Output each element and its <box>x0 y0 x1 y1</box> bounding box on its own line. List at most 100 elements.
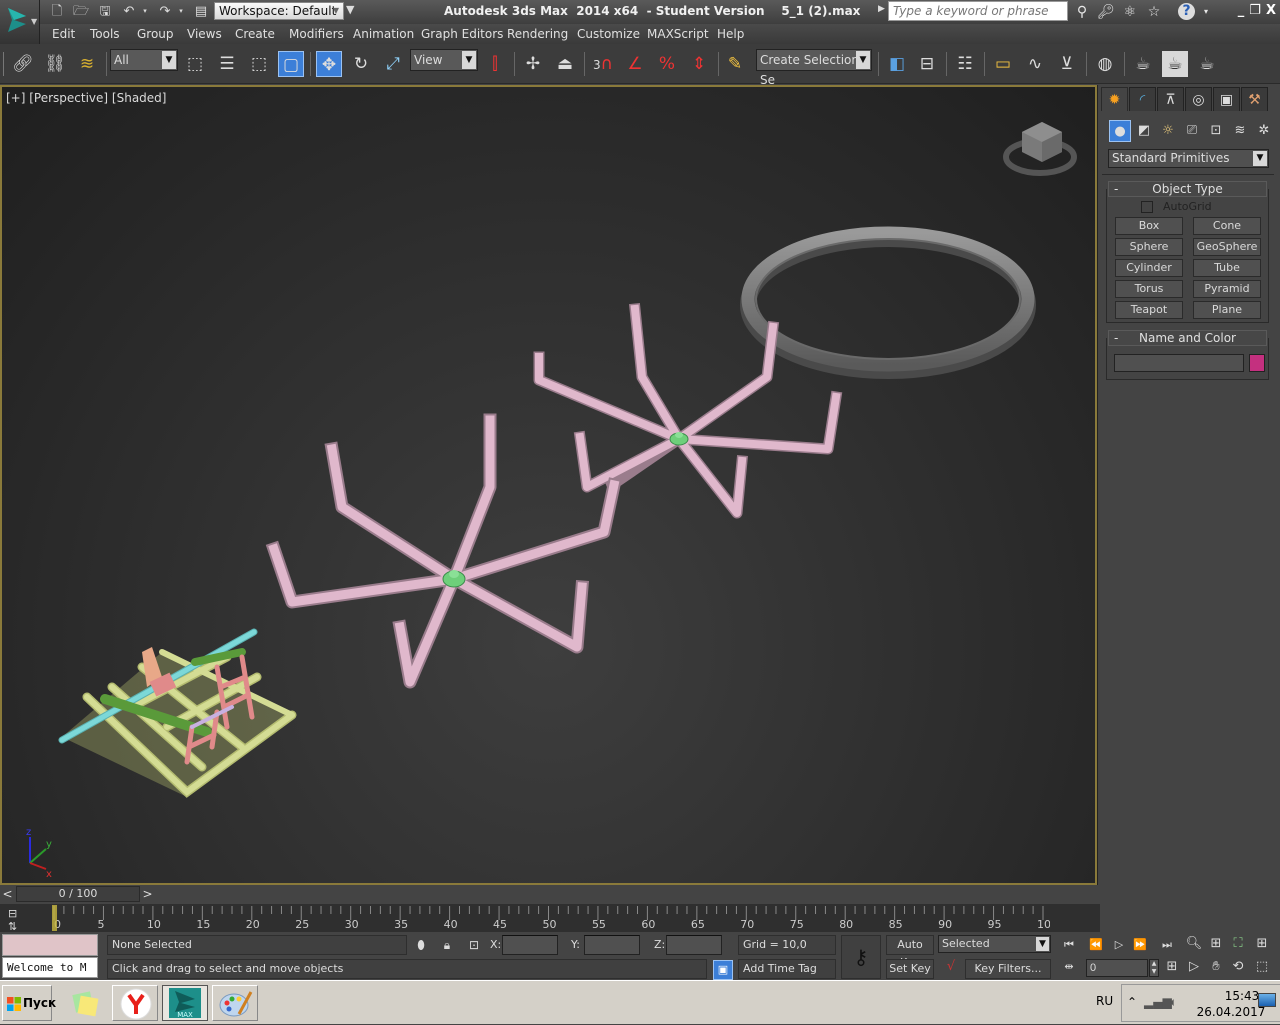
help-icon[interactable]: ? <box>1178 3 1195 20</box>
open-file-icon[interactable]: 🗁 <box>72 3 90 20</box>
x-coordinate-input[interactable] <box>502 935 558 955</box>
layer-manager-icon[interactable]: ☷ <box>952 51 978 77</box>
viewcube[interactable] <box>1003 122 1077 176</box>
named-selection-dropdown[interactable]: Create Selection Se ▼ <box>756 49 872 87</box>
customize-quick-access-icon[interactable]: ▼ <box>346 3 354 16</box>
geometry-icon[interactable]: ● <box>1109 120 1131 142</box>
new-file-icon[interactable]: 🗋 <box>48 3 66 20</box>
satellite-icon[interactable]: ⚛ <box>1120 2 1140 22</box>
object-name-input[interactable] <box>1114 354 1244 372</box>
workspace-dropdown[interactable]: Workspace: Default ▼ <box>214 2 344 20</box>
perspective-viewport[interactable]: [+] [Perspective] [Shaded] z y x <box>0 85 1097 885</box>
frame-ruler[interactable]: 0 5 10 15 20 25 30 35 40 45 50 55 60 65 70 75 80 85 90 95 10… <box>50 904 1050 932</box>
clock-date[interactable]: 26.04.2017 <box>1196 1005 1266 1019</box>
mirror-icon[interactable]: ◧ <box>884 51 910 77</box>
cylinder-button[interactable]: Cylinder <box>1115 259 1183 277</box>
select-by-name-icon[interactable]: ☰ <box>214 51 240 77</box>
zoom-all-icon[interactable]: ⊞ <box>1206 934 1226 954</box>
previous-key-icon[interactable]: ⏪ <box>1087 936 1105 954</box>
undo-icon[interactable]: ↶ <box>120 3 138 20</box>
name-and-color-rollout-header[interactable]: - Name and Color <box>1108 330 1267 346</box>
default-tangent-icon[interactable]: √ <box>941 959 961 979</box>
pivot-point-center-icon[interactable]: ⫿ <box>482 51 508 77</box>
geometry-category-dropdown[interactable]: Standard Primitives ▼ <box>1108 149 1269 168</box>
shapes-icon[interactable]: ◩ <box>1133 120 1155 142</box>
orbit-triangle-icon[interactable]: ▷ <box>1184 957 1204 977</box>
taskbar-paint[interactable] <box>212 985 258 1021</box>
bind-to-space-warp-icon[interactable]: ≋ <box>74 51 100 77</box>
current-frame-marker[interactable] <box>52 905 57 931</box>
curve-editor-icon[interactable]: ∿ <box>1022 51 1048 77</box>
edit-named-selection-icon[interactable]: ✎ <box>722 51 748 77</box>
key-mode-dropdown[interactable]: Selected ▼ <box>938 935 1051 953</box>
plane-button[interactable]: Plane <box>1193 301 1261 319</box>
undo-dropdown-icon[interactable]: ▾ <box>140 3 150 20</box>
menu-maxscript[interactable]: MAXScript <box>647 27 709 41</box>
taskbar-3ds-max[interactable]: MAX <box>162 985 208 1021</box>
pan-icon[interactable]: ✋︎ <box>1206 957 1226 977</box>
language-indicator[interactable]: RU <box>1096 994 1113 1008</box>
create-tab[interactable]: ✹ <box>1101 87 1128 111</box>
zoom-extents-all-icon[interactable]: ⊞ <box>1252 934 1272 954</box>
menu-create[interactable]: Create <box>235 27 275 41</box>
select-and-move-icon[interactable]: ✥ <box>316 51 342 77</box>
spider-object-1[interactable] <box>265 413 622 689</box>
render-setup-icon[interactable]: ☕︎ <box>1130 51 1156 77</box>
show-desktop-button[interactable] <box>1258 993 1276 1007</box>
menu-modifiers[interactable]: Modifiers <box>289 27 344 41</box>
menu-edit[interactable]: Edit <box>52 27 75 41</box>
next-key-icon[interactable]: ⏩ <box>1131 936 1149 954</box>
spinner-snap-icon[interactable]: ⇕ <box>686 51 712 77</box>
pyramid-button[interactable]: Pyramid <box>1193 280 1261 298</box>
volume-icon[interactable]: 🔈︎ <box>1170 995 1177 1010</box>
application-menu-button[interactable]: ▼ <box>0 0 40 44</box>
track-bar[interactable]: ⊟ ⇅ 0 5 10 15 20 25 30 35 40 45 50 55 60 65 70 75 80 85 90 9… <box>0 904 1100 933</box>
next-frame-button[interactable]: > <box>140 886 155 902</box>
menu-tools[interactable]: Tools <box>90 27 120 41</box>
torus-button[interactable]: Torus <box>1115 280 1183 298</box>
restore-button[interactable]: ❐ <box>1248 3 1262 19</box>
window-crossing-icon[interactable]: ▢ <box>278 51 304 77</box>
menu-group[interactable]: Group <box>137 27 174 41</box>
space-warps-icon[interactable]: ≋ <box>1229 120 1251 142</box>
menu-customize[interactable]: Customize <box>577 27 640 41</box>
close-button[interactable]: X <box>1264 3 1278 19</box>
teapot-button[interactable]: Teapot <box>1115 301 1183 319</box>
geosphere-button[interactable]: GeoSphere <box>1193 238 1261 256</box>
selection-lock-icon[interactable]: 🔒︎ <box>440 936 454 954</box>
angle-snap-icon[interactable]: ∠ <box>622 51 648 77</box>
selection-filter-dropdown[interactable]: All ▼ <box>110 49 178 71</box>
select-object-icon[interactable]: ⬚ <box>182 51 208 77</box>
go-to-start-icon[interactable]: ⏮ <box>1060 936 1078 954</box>
save-icon[interactable]: 🖫 <box>96 3 114 20</box>
ring-object[interactable] <box>740 226 1036 379</box>
menu-views[interactable]: Views <box>187 27 222 41</box>
time-slider-thumb[interactable]: 0 / 100 <box>16 886 140 902</box>
field-of-view-icon[interactable]: ⊞ <box>1162 957 1182 977</box>
object-type-rollout-header[interactable]: - Object Type <box>1108 181 1267 197</box>
help-dropdown-icon[interactable]: ▾ <box>1196 2 1216 22</box>
menu-graph-editors[interactable]: Graph Editors <box>421 27 503 41</box>
y-coordinate-input[interactable] <box>584 935 640 955</box>
lights-icon[interactable]: ☼ <box>1157 120 1179 142</box>
box-button[interactable]: Box <box>1115 217 1183 235</box>
taskbar-yandex-browser[interactable] <box>112 985 158 1021</box>
cameras-icon[interactable]: ⎚ <box>1181 120 1203 142</box>
schematic-view-icon[interactable]: ⊻ <box>1054 51 1080 77</box>
cone-button[interactable]: Cone <box>1193 217 1261 235</box>
align-icon[interactable]: ⊟ <box>914 51 940 77</box>
maxscript-listener-output[interactable]: Welcome to M <box>2 957 98 978</box>
rectangular-selection-region-icon[interactable]: ⬚ <box>246 51 272 77</box>
keyboard-shortcut-override-icon[interactable]: ⏏ <box>552 51 578 77</box>
autogrid-checkbox[interactable] <box>1141 201 1153 213</box>
systems-icon[interactable]: ✲ <box>1253 120 1275 142</box>
auto-key-button[interactable]: Auto Key <box>886 935 934 969</box>
isolate-selection-icon[interactable]: ⬮ <box>414 936 428 954</box>
helpers-icon[interactable]: ⊡ <box>1205 120 1227 142</box>
add-time-tag-button[interactable]: Add Time Tag <box>738 959 836 979</box>
redo-dropdown-icon[interactable]: ▾ <box>176 3 186 20</box>
set-keys-button[interactable]: ⚷ <box>841 935 881 979</box>
hierarchy-tab[interactable]: ⊼ <box>1157 87 1184 111</box>
display-tab[interactable]: ▣ <box>1213 87 1240 111</box>
toolbar-grip[interactable] <box>3 52 4 76</box>
